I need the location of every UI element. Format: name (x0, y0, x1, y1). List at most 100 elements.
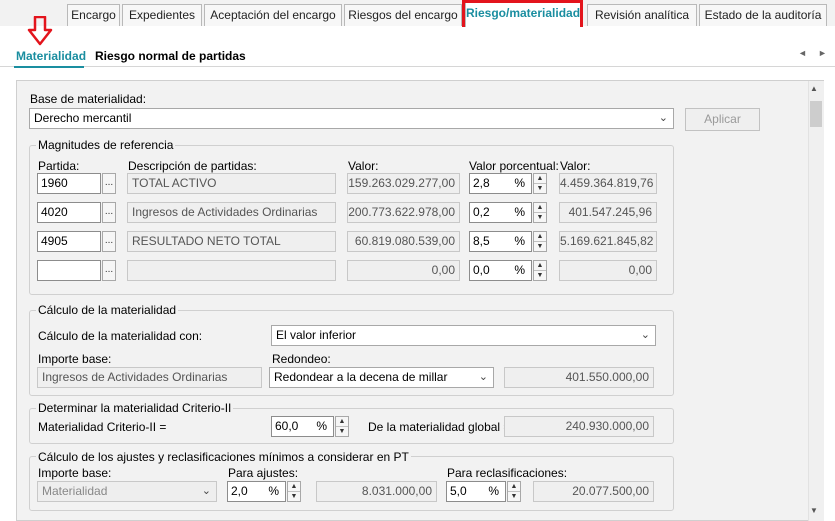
redondeo-value: Redondear a la decena de millar (274, 370, 448, 384)
reclas-porcentaje-spinner[interactable]: ▲ ▼ (507, 481, 521, 502)
criterio-title: Determinar la materialidad Criterio-II (36, 401, 234, 415)
partida-browse-button[interactable]: ... (102, 231, 116, 252)
criterio-porcentaje-value: 60,0 (275, 419, 299, 433)
calculo-title: Cálculo de la materialidad (36, 303, 179, 317)
scroll-thumb[interactable] (810, 101, 822, 127)
percent-symbol: % (514, 234, 525, 248)
redondeo-result-field: 401.550.000,00 (504, 367, 654, 388)
spin-up-icon[interactable]: ▲ (288, 482, 300, 492)
partida-input[interactable]: 4905 (37, 231, 101, 252)
porcentaje-spinner[interactable]: ▲ ▼ (533, 173, 547, 194)
partida-browse-button[interactable]: ... (102, 202, 116, 223)
porcentaje-input[interactable]: 0,0% (469, 260, 532, 281)
ajustes-porcentaje-spinner[interactable]: ▲ ▼ (287, 481, 301, 502)
chevron-down-icon: ⌄ (201, 485, 211, 497)
spin-down-icon[interactable]: ▼ (534, 213, 546, 223)
reclas-porcentaje-input[interactable]: 5,0% (446, 481, 506, 502)
porcentaje-value: 8,5 (473, 234, 490, 248)
base-materialidad-value: Derecho mercantil (34, 111, 132, 125)
next-subtab-icon[interactable]: ► (818, 48, 827, 58)
tab-revision-analitica[interactable]: Revisión analítica (587, 4, 697, 26)
porcentaje-input[interactable]: 0,2% (469, 202, 532, 223)
spin-down-icon[interactable]: ▼ (508, 492, 520, 502)
valor-field: 0,00 (347, 260, 460, 281)
subtab-materialidad[interactable]: Materialidad (16, 49, 86, 63)
porcentaje-spinner[interactable]: ▲ ▼ (533, 260, 547, 281)
vertical-scrollbar[interactable] (808, 81, 824, 521)
scroll-down-icon[interactable]: ▼ (810, 506, 818, 515)
spin-up-icon[interactable]: ▲ (534, 203, 546, 213)
partida-input[interactable] (37, 260, 101, 281)
spin-up-icon[interactable]: ▲ (508, 482, 520, 492)
valor-field: 159.263.029.277,00 (347, 173, 460, 194)
ajustes-value-field: 8.031.000,00 (316, 481, 437, 502)
para-ajustes-label: Para ajustes: (228, 466, 299, 480)
valor-resultado-field: 401.547.245,96 (559, 202, 657, 223)
porcentaje-input[interactable]: 2,8% (469, 173, 532, 194)
importe-base-label: Importe base: (38, 352, 112, 366)
spin-down-icon[interactable]: ▼ (534, 242, 546, 252)
tab-estado-auditoria[interactable]: Estado de la auditoría (699, 4, 827, 26)
valor-resultado-field: 5.169.621.845,82 (559, 231, 657, 252)
spin-down-icon[interactable]: ▼ (534, 271, 546, 281)
porcentaje-input[interactable]: 8,5% (469, 231, 532, 252)
partida-input[interactable]: 4020 (37, 202, 101, 223)
percent-symbol: % (488, 484, 499, 498)
global-label: De la materialidad global = (368, 420, 511, 434)
valor-resultado-field: 4.459.364.819,76 (559, 173, 657, 194)
spin-up-icon[interactable]: ▲ (336, 417, 348, 427)
percent-symbol: % (514, 176, 525, 190)
descripcion-field: RESULTADO NETO TOTAL (127, 231, 336, 252)
partida-browse-button[interactable]: ... (102, 260, 116, 281)
calculo-con-select[interactable]: El valor inferior ⌄ (271, 325, 656, 346)
criterio-label: Materialidad Criterio-II = (38, 420, 167, 434)
redondeo-label: Redondeo: (272, 352, 331, 366)
calculo-con-label: Cálculo de la materialidad con: (38, 329, 203, 343)
tab-expedientes[interactable]: Expedientes (122, 4, 202, 26)
active-subtab-indicator (14, 66, 84, 68)
partida-browse-button[interactable]: ... (102, 173, 116, 194)
top-tab-bar: Encargo Expedientes Aceptación del encar… (0, 0, 835, 27)
porcentaje-spinner[interactable]: ▲ ▼ (533, 231, 547, 252)
partida-input[interactable]: 1960 (37, 173, 101, 194)
chevron-down-icon: ⌄ (478, 371, 488, 383)
tab-encargo[interactable]: Encargo (67, 4, 120, 26)
criterio-porcentaje-spinner[interactable]: ▲ ▼ (335, 416, 349, 437)
spin-down-icon[interactable]: ▼ (534, 184, 546, 194)
prev-subtab-icon[interactable]: ◄ (798, 48, 807, 58)
magnitudes-title: Magnitudes de referencia (36, 138, 176, 152)
chevron-down-icon: ⌄ (658, 112, 668, 124)
ajustes-importe-value: Materialidad (42, 484, 108, 498)
porcentaje-spinner[interactable]: ▲ ▼ (533, 202, 547, 223)
porcentaje-value: 0,0 (473, 263, 490, 277)
header-descripcion: Descripción de partidas: (128, 159, 257, 173)
spin-down-icon[interactable]: ▼ (336, 427, 348, 437)
spin-down-icon[interactable]: ▼ (288, 492, 300, 502)
reclas-porcentaje-value: 5,0 (450, 484, 467, 498)
chevron-down-icon: ⌄ (640, 329, 650, 341)
ajustes-porcentaje-input[interactable]: 2,0% (227, 481, 286, 502)
spin-up-icon[interactable]: ▲ (534, 174, 546, 184)
spin-up-icon[interactable]: ▲ (534, 261, 546, 271)
porcentaje-value: 2,8 (473, 176, 490, 190)
base-materialidad-select[interactable]: Derecho mercantil ⌄ (29, 108, 674, 129)
header-partida: Partida: (38, 159, 80, 173)
apply-button[interactable]: Aplicar (685, 108, 760, 131)
subtab-riesgo-normal[interactable]: Riesgo normal de partidas (95, 49, 246, 63)
descripcion-field: TOTAL ACTIVO (127, 173, 336, 194)
reclas-value-field: 20.077.500,00 (533, 481, 654, 502)
tab-riesgos-encargo[interactable]: Riesgos del encargo (344, 4, 462, 26)
calculo-con-value: El valor inferior (276, 328, 357, 342)
redondeo-select[interactable]: Redondear a la decena de millar ⌄ (269, 367, 494, 388)
spin-up-icon[interactable]: ▲ (534, 232, 546, 242)
arrow-down-icon (27, 16, 53, 46)
header-valor-resultado: Valor: (560, 159, 591, 173)
criterio-porcentaje-input[interactable]: 60,0% (271, 416, 334, 437)
percent-symbol: % (514, 263, 525, 277)
importe-base-field: Ingresos de Actividades Ordinarias (37, 367, 262, 388)
scroll-up-icon[interactable]: ▲ (810, 84, 818, 93)
ajustes-importe-select[interactable]: Materialidad ⌄ (37, 481, 217, 502)
descripcion-field (127, 260, 336, 281)
tab-aceptacion-encargo[interactable]: Aceptación del encargo (204, 4, 342, 26)
valor-field: 60.819.080.539,00 (347, 231, 460, 252)
